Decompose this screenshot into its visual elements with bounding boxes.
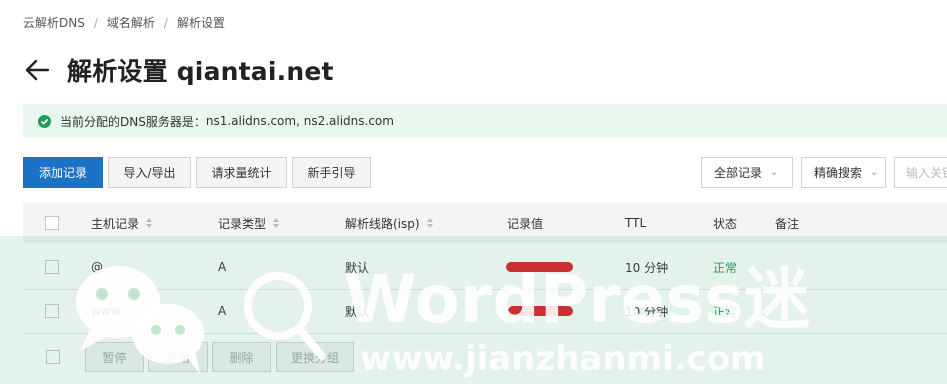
chevron-down-icon: ⌄ xyxy=(770,167,779,178)
cell-ttl: 10 分钟 xyxy=(625,304,669,319)
column-ttl: TTL xyxy=(625,216,647,230)
table-row: @ A 默认 10 分钟 正常 xyxy=(23,245,947,290)
enable-button[interactable]: 启用 xyxy=(148,342,208,372)
breadcrumb-separator: / xyxy=(93,16,98,30)
cell-status: 正常 xyxy=(713,245,737,289)
pause-button[interactable]: 暂停 xyxy=(85,342,144,372)
column-host[interactable]: 主机记录 xyxy=(91,203,153,243)
watermark-url: www.jianzhanmi.com xyxy=(360,339,766,379)
cell-host: www xyxy=(91,304,121,318)
column-status: 状态 xyxy=(713,216,738,231)
guide-button[interactable]: 新手引导 xyxy=(292,157,371,188)
footer-select-checkbox[interactable] xyxy=(46,350,60,364)
request-stats-button[interactable]: 请求量统计 xyxy=(196,157,287,188)
notice-label: 当前分配的DNS服务器是： xyxy=(60,114,206,129)
column-line[interactable]: 解析线路(isp) xyxy=(345,203,433,243)
cell-line: 默认 xyxy=(345,304,370,319)
breadcrumb-item-settings: 解析设置 xyxy=(176,16,225,30)
add-record-button[interactable]: 添加记录 xyxy=(23,157,103,188)
search-input-placeholder: 输入关键字 xyxy=(906,166,947,180)
import-export-button[interactable]: 导入/导出 xyxy=(108,157,191,188)
select-all-checkbox[interactable] xyxy=(45,216,59,230)
search-input[interactable]: 输入关键字 xyxy=(894,157,947,188)
record-filter-select[interactable]: 全部记录 ⌄ xyxy=(701,157,793,188)
breadcrumb: 云解析DNS / 域名解析 / 解析设置 xyxy=(23,14,225,31)
delete-button[interactable]: 删除 xyxy=(212,342,271,372)
table-row: www A 默认 10 分钟 正常 xyxy=(23,289,947,334)
column-type[interactable]: 记录类型 xyxy=(218,203,280,243)
row-checkbox[interactable] xyxy=(45,304,59,318)
cell-ttl: 10 分钟 xyxy=(625,260,669,275)
redaction-mark xyxy=(508,306,573,316)
check-circle-icon xyxy=(38,114,51,128)
cell-type: A xyxy=(218,260,227,274)
search-mode-select[interactable]: 精确搜索 ⌄ xyxy=(801,157,886,188)
sort-icon[interactable] xyxy=(273,218,280,228)
notice-servers: ns1.alidns.com, ns2.alidns.com xyxy=(205,114,394,128)
row-checkbox[interactable] xyxy=(45,260,59,274)
status-text: 正常 xyxy=(713,260,738,275)
breadcrumb-item-domain-resolution[interactable]: 域名解析 xyxy=(107,16,155,30)
search-mode-value: 精确搜索 xyxy=(814,166,863,180)
redaction-mark xyxy=(506,262,573,272)
sort-icon[interactable] xyxy=(426,218,433,228)
cell-line: 默认 xyxy=(345,260,370,275)
column-value: 记录值 xyxy=(507,216,544,231)
title-row: 解析设置 qiantai.net xyxy=(23,52,334,88)
chevron-down-icon: ⌄ xyxy=(870,167,879,178)
column-host-label: 主机记录 xyxy=(91,216,140,231)
cell-host: @ xyxy=(91,260,103,274)
breadcrumb-item-dns[interactable]: 云解析DNS xyxy=(23,16,85,30)
dns-server-notice: 当前分配的DNS服务器是： ns1.alidns.com, ns2.alidns.… xyxy=(23,104,947,138)
table-header: 主机记录 记录类型 解析线路(isp) 记录值 TTL 状态 备注 xyxy=(23,203,947,243)
column-remark: 备注 xyxy=(775,216,800,231)
column-type-label: 记录类型 xyxy=(218,216,267,231)
page-title: 解析设置 qiantai.net xyxy=(67,57,334,86)
status-text: 正常 xyxy=(713,304,738,319)
breadcrumb-separator: / xyxy=(163,16,168,30)
change-group-button[interactable]: 更换分组 xyxy=(276,342,354,372)
cell-status: 正常 xyxy=(713,289,737,333)
column-line-label: 解析线路(isp) xyxy=(345,216,420,231)
back-arrow-icon[interactable] xyxy=(23,56,51,84)
record-filter-value: 全部记录 xyxy=(714,166,763,180)
sort-icon[interactable] xyxy=(146,218,153,228)
cell-type: A xyxy=(218,304,227,318)
